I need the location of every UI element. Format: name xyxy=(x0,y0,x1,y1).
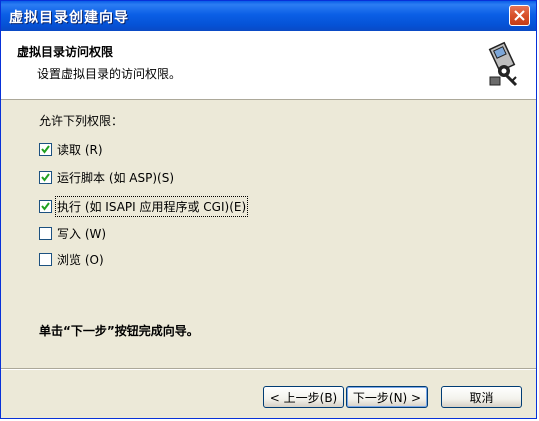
close-icon xyxy=(514,10,525,21)
read-label: 读取 (R) xyxy=(57,142,103,157)
finish-instruction: 单击“下一步”按钮完成向导。 xyxy=(39,324,199,338)
window-title: 虚拟目录创建向导 xyxy=(9,10,129,26)
checkmark-icon xyxy=(41,172,50,182)
permission-write[interactable]: 写入 (W) xyxy=(39,225,106,241)
checkmark-icon xyxy=(41,144,50,154)
wizard-header: 虚拟目录访问权限 设置虚拟目录的访问权限。 xyxy=(1,31,536,100)
permission-browse[interactable]: 浏览 (O) xyxy=(39,251,104,267)
permission-read[interactable]: 读取 (R) xyxy=(39,141,103,157)
header-subtitle: 设置虚拟目录的访问权限。 xyxy=(37,67,182,81)
checkmark-icon xyxy=(41,201,50,211)
wizard-key-icon xyxy=(486,39,522,89)
cancel-button[interactable]: 取消 xyxy=(441,386,522,408)
run-scripts-checkbox[interactable] xyxy=(39,170,52,184)
title-bar[interactable]: 虚拟目录创建向导 xyxy=(1,1,536,31)
execute-checkbox[interactable] xyxy=(39,199,52,213)
wizard-content: 允许下列权限： 读取 (R) 运行脚本 (如 ASP)(S) 执行 (如 ISA… xyxy=(1,100,536,370)
write-checkbox[interactable] xyxy=(39,226,52,240)
header-title: 虚拟目录访问权限 xyxy=(17,45,114,59)
permission-run-scripts[interactable]: 运行脚本 (如 ASP)(S) xyxy=(39,169,174,185)
close-button[interactable] xyxy=(509,5,530,26)
footer-divider xyxy=(1,368,536,370)
execute-label: 执行 (如 ISAPI 应用程序或 CGI)(E) xyxy=(54,195,249,217)
browse-checkbox[interactable] xyxy=(39,252,52,266)
back-button[interactable]: < 上一步(B) xyxy=(263,386,344,408)
browse-label: 浏览 (O) xyxy=(57,252,104,267)
write-label: 写入 (W) xyxy=(57,226,107,241)
permissions-label: 允许下列权限： xyxy=(39,114,124,128)
wizard-window: 虚拟目录创建向导 虚拟目录访问权限 设置虚拟目录的访问权限。 允许下列权限： 读… xyxy=(0,0,537,419)
permission-execute[interactable]: 执行 (如 ISAPI 应用程序或 CGI)(E) xyxy=(39,195,249,217)
run-scripts-label: 运行脚本 (如 ASP)(S) xyxy=(57,170,175,185)
read-checkbox[interactable] xyxy=(39,142,52,156)
next-button[interactable]: 下一步(N) > xyxy=(346,386,428,408)
